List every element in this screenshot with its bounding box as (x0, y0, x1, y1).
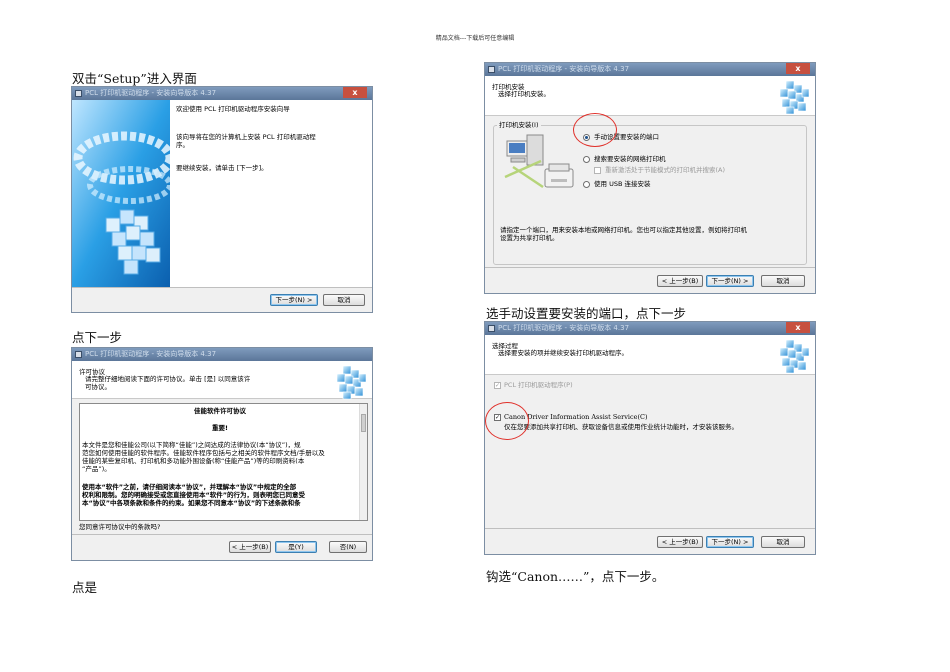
caption-step-2: 点下一步 (72, 330, 123, 345)
license-para1-line3: 佳能的某些复印机、打印机和多功能外围设备(称“佳能产品”)等的印刷资料(本 (82, 457, 305, 465)
red-highlight-circle (573, 113, 617, 147)
title-bar: PCL 打印机驱动程序 - 安装向导版本 4.37 (72, 348, 372, 361)
checkbox-reactivate[interactable] (594, 167, 601, 174)
header-pane: 许可协议 请完整仔细地阅读下面的许可协议。单击 [是] 以同意该许 可协议。 (72, 361, 372, 399)
cancel-button[interactable]: 取消 (761, 536, 805, 548)
red-highlight-circle (485, 402, 529, 440)
license-doc-title: 佳能软件许可协议 (194, 407, 246, 415)
license-text-box[interactable]: 佳能软件许可协议 重要! 本文件是您和佳能公司(以下简称“佳能”)之间达成的法律… (79, 403, 368, 521)
title-bar: PCL 打印机驱动程序 - 安装向导版本 4.37 x (485, 63, 815, 76)
next-button[interactable]: 下一步(N) > (706, 275, 754, 287)
option-usb-label[interactable]: 使用 USB 连接安装 (594, 180, 650, 188)
header-subtitle: 请完整仔细地阅读下面的许可协议。单击 [是] 以同意该许 可协议。 (85, 375, 250, 391)
next-button[interactable]: 下一步(N) > (270, 294, 318, 306)
cubes-logo-icon (776, 338, 810, 374)
printer-app-icon (488, 325, 495, 332)
option-network-label[interactable]: 搜索要安装的网络打印机 (594, 155, 666, 163)
license-important: 重要! (212, 424, 228, 432)
license-para1-line2: 范您如何使用佳能的软件程序。佳能软件程序包括与之相关的软件程序文档/手册以及 (82, 449, 325, 457)
title-bar: PCL 打印机驱动程序 - 安装向导版本 4.37 x (72, 87, 372, 100)
close-button[interactable]: x (786, 63, 810, 74)
no-button[interactable]: 否(N) (329, 541, 367, 553)
item-pcl-driver-label: PCL 打印机驱动程序(P) (504, 381, 573, 389)
help-text-line2: 设置为共享打印机。 (500, 234, 559, 242)
item-canon-service-desc: 仅在您要添加共享打印机、获取设备信息或使用作业统计功能时，才安装该服务。 (504, 423, 738, 431)
yes-button[interactable]: 是(Y) (275, 541, 317, 553)
checkbox-pcl-driver[interactable]: ✓ (494, 382, 501, 389)
back-button[interactable]: < 上一步(B) (657, 536, 703, 548)
separator (485, 528, 815, 529)
cubes-logo-icon (333, 364, 367, 400)
dialog-title: PCL 打印机驱动程序 - 安装向导版本 4.37 (85, 89, 217, 97)
license-para2-line1: 使用本“软件”之前，请仔细阅读本“协议”，并理解本“协议”中规定的全部 (82, 483, 297, 491)
caption-step-4: 选手动设置要安装的端口，点下一步 (486, 306, 687, 321)
help-text-line1: 请指定一个端口，用来安装本地或网络打印机。您也可以指定其他设置，例如将打印机 (500, 226, 747, 234)
process-select-dialog: PCL 打印机驱动程序 - 安装向导版本 4.37 x 选择过程 选择要安装的项… (484, 321, 816, 555)
printer-app-icon (75, 351, 82, 358)
dialog-title: PCL 打印机驱动程序 - 安装向导版本 4.37 (85, 350, 217, 358)
dialog-title: PCL 打印机驱动程序 - 安装向导版本 4.37 (498, 324, 630, 332)
welcome-heading: 欢迎使用 PCL 打印机驱动程序安装向导 (176, 105, 290, 113)
license-para2-line2: 权利和限制。您的明确接受或您直接使用本“软件”的行为，则表明您已同意受 (82, 491, 306, 499)
scrollbar-thumb[interactable] (361, 414, 366, 432)
license-para1-line4: “产品”)。 (82, 465, 111, 473)
header-subtitle: 选择要安装的项并继续安装打印机驱动程序。 (498, 349, 628, 357)
license-scrollbar[interactable] (359, 404, 367, 520)
radio-network-search[interactable] (583, 156, 590, 163)
license-para1-line1: 本文件是您和佳能公司(以下简称“佳能”)之间达成的法律协议(本“协议”)，规 (82, 441, 301, 449)
printer-app-icon (488, 66, 495, 73)
back-button[interactable]: < 上一步(B) (657, 275, 703, 287)
welcome-text: 该向导将在您的计算机上安装 PCL 打印机驱动程 (176, 133, 316, 141)
printer-network-illustration (504, 134, 574, 189)
header-subtitle-line2: 可协议。 (85, 383, 111, 391)
welcome-text-cont: 序。 (176, 141, 189, 149)
radio-usb[interactable] (583, 181, 590, 188)
header-subtitle-line1: 请完整仔细地阅读下面的许可协议。单击 [是] 以同意该许 (85, 375, 251, 383)
header-pane: 打印机安装 选择打印机安装。 (485, 76, 815, 116)
caption-step-5: 钩选“Canon……”，点下一步。 (486, 569, 665, 584)
separator (72, 534, 372, 535)
title-bar: PCL 打印机驱动程序 - 安装向导版本 4.37 x (485, 322, 815, 335)
close-button[interactable]: x (343, 87, 367, 98)
option-reactivate-label: 重新激活处于节能模式的打印机并搜索(A) (605, 166, 726, 174)
wizard-banner-image (72, 100, 170, 287)
group-label: 打印机安装(I) (497, 121, 541, 129)
license-para2-line3: 本“协议”中各项条款和条件的约束。如果您不同意本“协议”的下述条款和条 (82, 499, 301, 507)
cancel-button[interactable]: 取消 (323, 294, 365, 306)
dialog-title: PCL 打印机驱动程序 - 安装向导版本 4.37 (498, 65, 630, 73)
printer-app-icon (75, 90, 82, 97)
separator (485, 267, 815, 268)
caption-step-1: 双击“Setup”进入界面 (72, 71, 197, 86)
cubes-logo-icon (776, 79, 810, 115)
page-header: 精品文档---下载后可任意编辑 (435, 35, 515, 42)
close-button[interactable]: x (786, 322, 810, 333)
next-button[interactable]: 下一步(N) > (706, 536, 754, 548)
back-button[interactable]: < 上一步(B) (229, 541, 271, 553)
welcome-instruction: 要继续安装，请单击 [下一步]。 (176, 164, 268, 172)
license-question: 您同意许可协议中的条款吗? (79, 523, 161, 531)
header-subtitle: 选择打印机安装。 (498, 90, 550, 98)
caption-step-3: 点是 (72, 580, 98, 595)
license-dialog: PCL 打印机驱动程序 - 安装向导版本 4.37 许可协议 请完整仔细地阅读下… (71, 347, 373, 561)
header-pane: 选择过程 选择要安装的项并继续安装打印机驱动程序。 (485, 335, 815, 375)
welcome-dialog: PCL 打印机驱动程序 - 安装向导版本 4.37 x 欢迎使用 PCL 打印机… (71, 86, 373, 313)
cancel-button[interactable]: 取消 (761, 275, 805, 287)
printer-setup-dialog: PCL 打印机驱动程序 - 安装向导版本 4.37 x 打印机安装 选择打印机安… (484, 62, 816, 294)
